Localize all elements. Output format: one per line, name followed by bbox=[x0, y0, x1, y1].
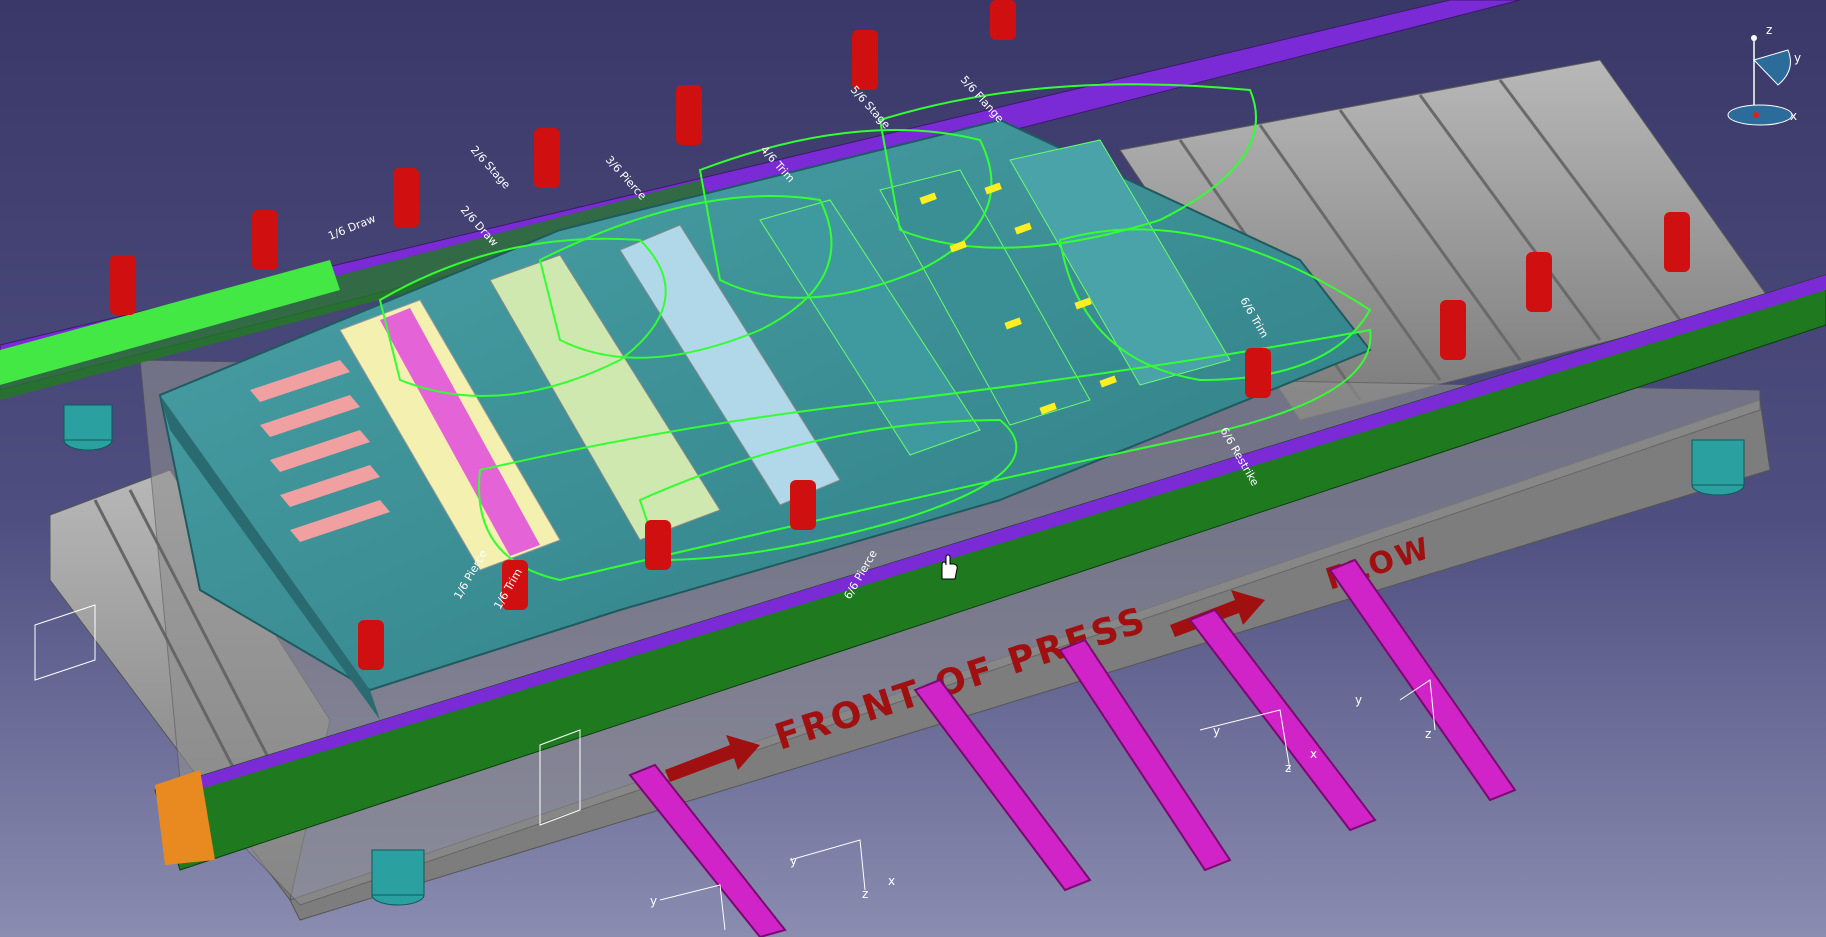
die-assembly-scene[interactable]: FRONT OF PRESS FLOW 1/6 Draw 1/6 Trim 1/… bbox=[0, 0, 1826, 937]
station-label: 5/6 Stage bbox=[848, 83, 893, 131]
station-label: 1/6 Draw bbox=[326, 212, 377, 243]
triad-z-label: z bbox=[862, 887, 868, 901]
triad-x-label: x bbox=[888, 874, 895, 888]
triad-x-label: x bbox=[1310, 747, 1317, 761]
hand-cursor-icon bbox=[941, 554, 958, 580]
cad-3d-viewport[interactable]: FRONT OF PRESS FLOW 1/6 Draw 1/6 Trim 1/… bbox=[0, 0, 1826, 937]
triad-y-label: y bbox=[1355, 693, 1362, 707]
triad-y-label: y bbox=[790, 854, 797, 868]
triad-z-label: z bbox=[1425, 727, 1431, 741]
station-label: 3/6 Pierce bbox=[603, 153, 649, 202]
compass-y-label: y bbox=[1794, 51, 1801, 65]
compass-x-label: x bbox=[1790, 109, 1797, 123]
triad-y-label: y bbox=[1213, 724, 1220, 738]
triad-z-label: z bbox=[1285, 761, 1291, 775]
compass-z-label: z bbox=[1766, 23, 1772, 37]
station-label: 2/6 Stage bbox=[468, 143, 513, 191]
compass-icon[interactable]: z y x bbox=[1718, 20, 1808, 130]
triad-y-label: y bbox=[650, 894, 657, 908]
